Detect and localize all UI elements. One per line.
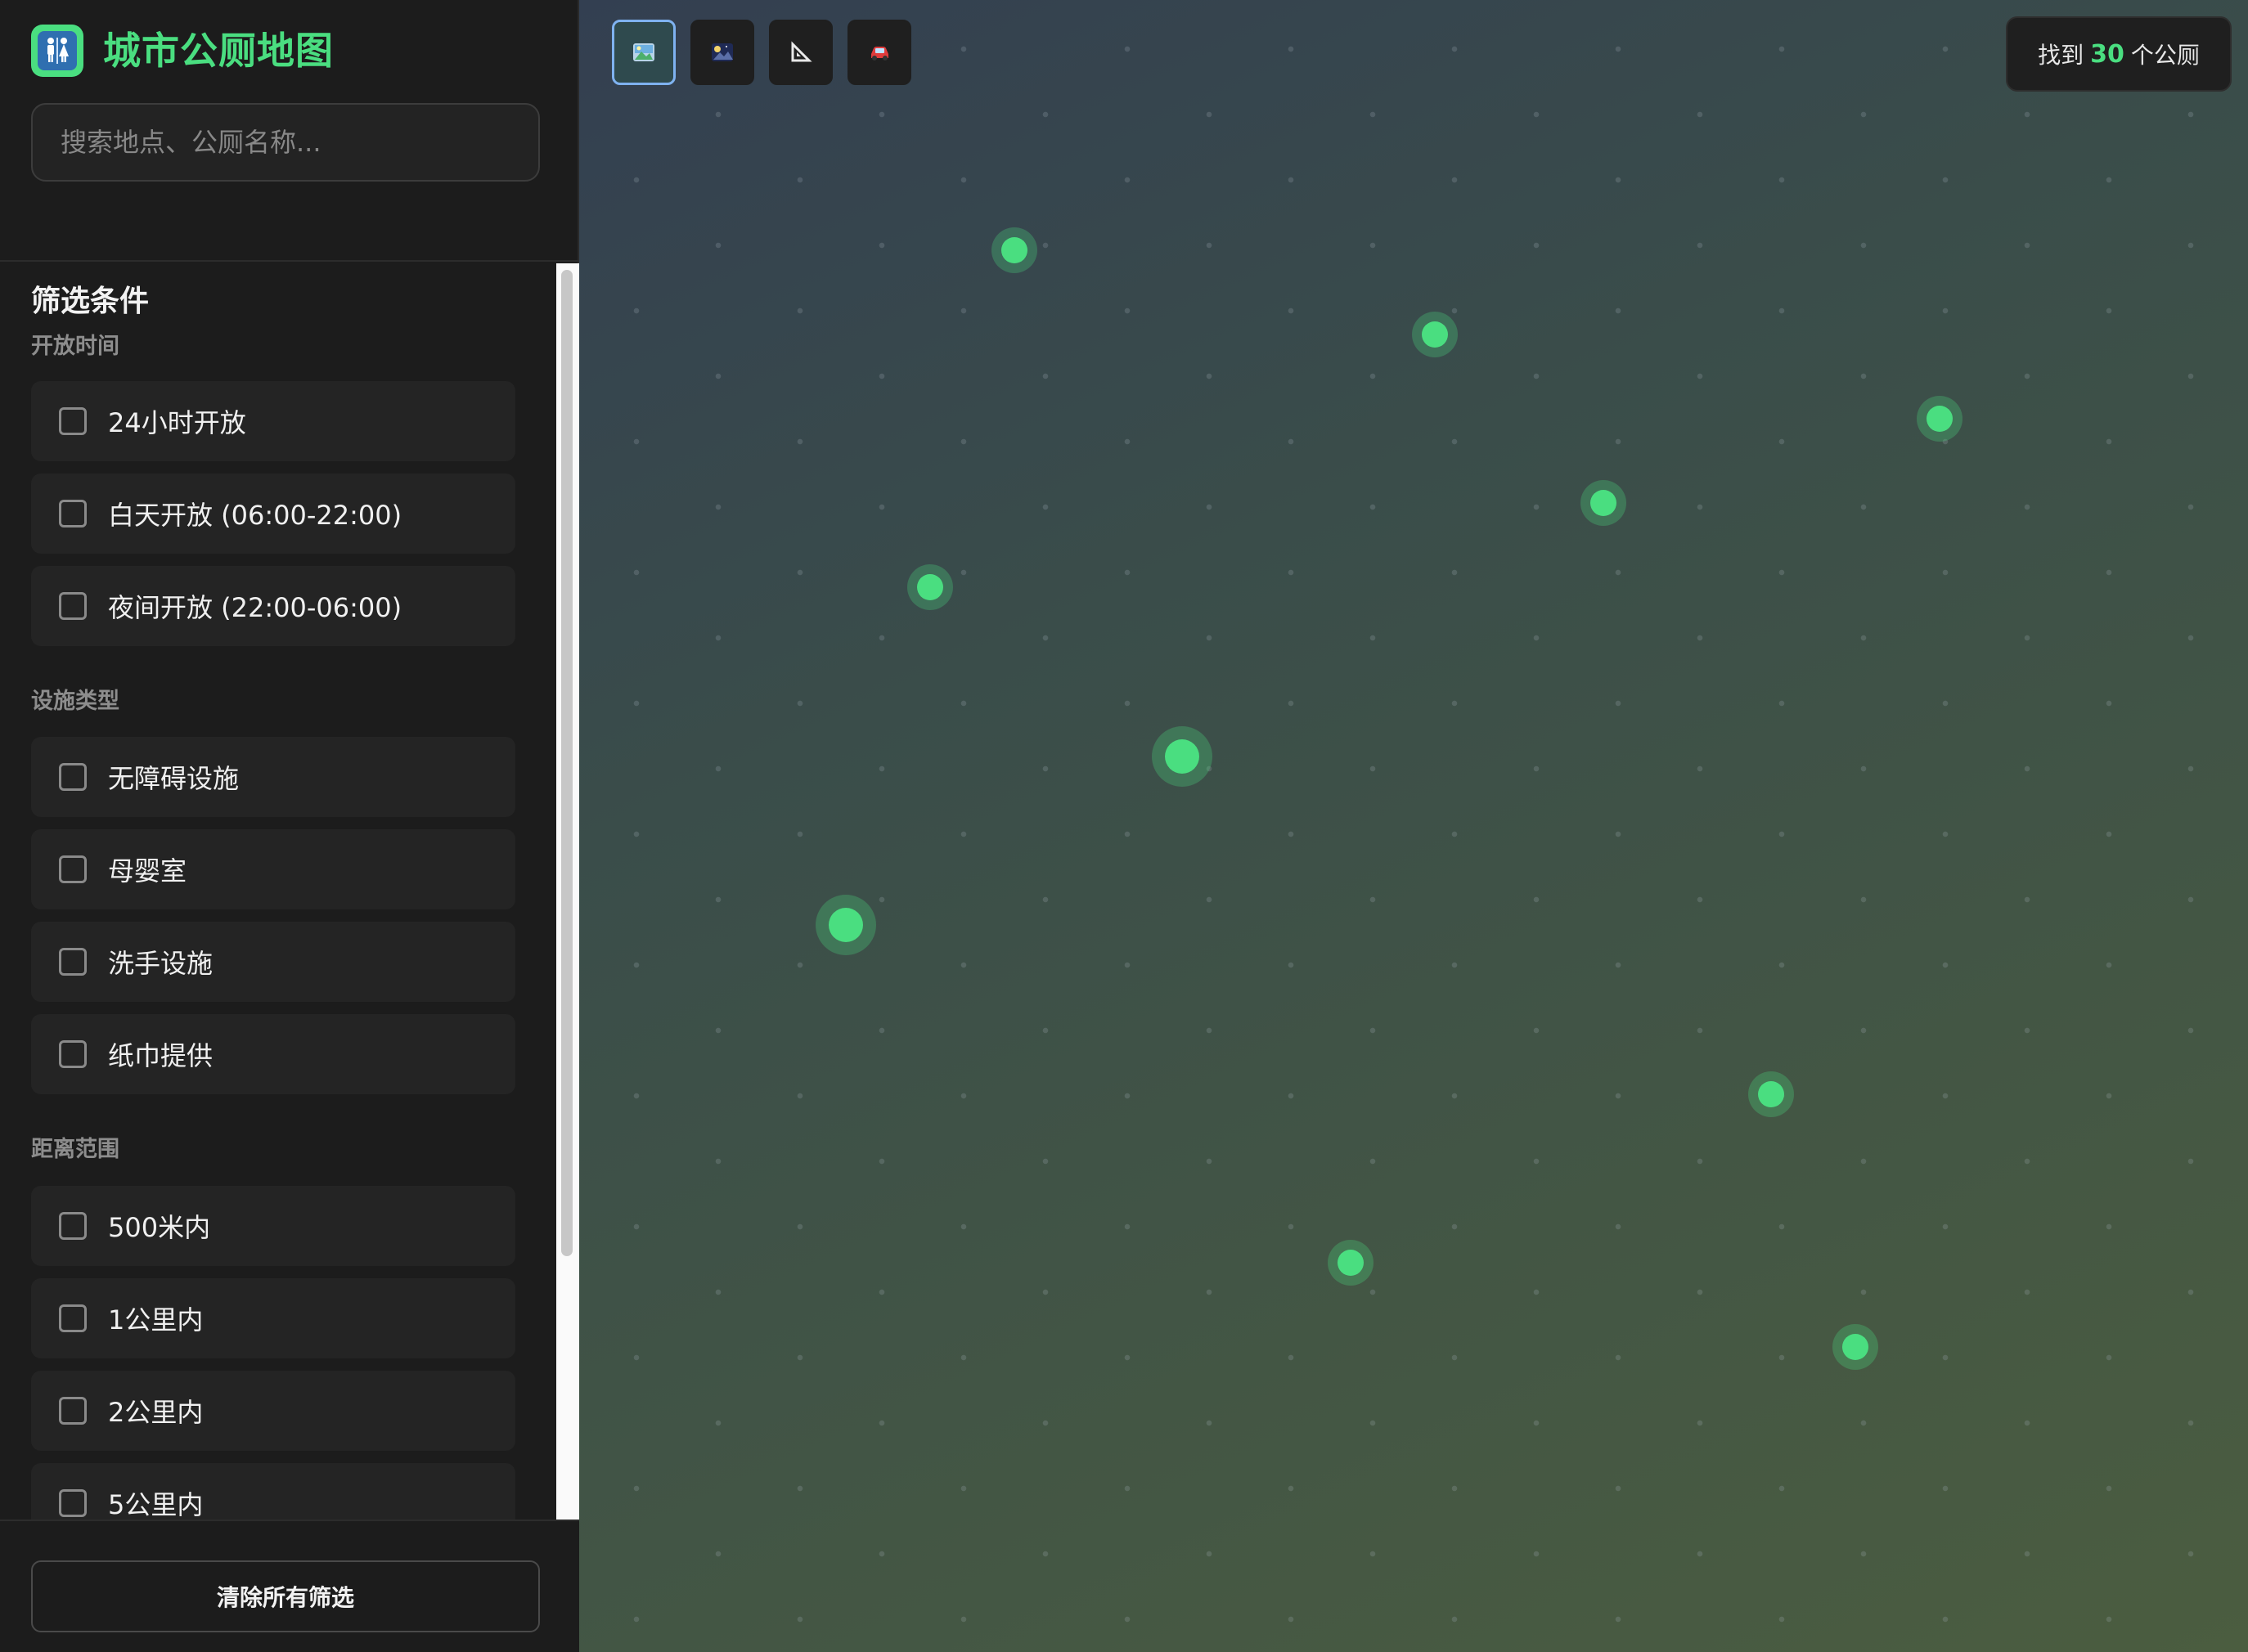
checkbox[interactable]	[59, 1304, 87, 1332]
checkbox[interactable]	[59, 763, 87, 791]
filter-option-2km[interactable]: 2公里内	[31, 1371, 515, 1451]
app-root: 城市公厕地图 筛选条件 开放时间 24小时开放 白天开放 (06:00-22:0…	[0, 0, 2248, 1652]
filter-option-handwash[interactable]: 洗手设施	[31, 922, 515, 1002]
group-label-open-hours: 开放时间	[31, 334, 119, 359]
filter-option-label: 24小时开放	[108, 407, 246, 438]
filter-option-label: 洗手设施	[108, 948, 214, 979]
toilet-marker[interactable]	[816, 895, 876, 955]
measure-icon	[791, 41, 812, 62]
clear-filters-button[interactable]: 清除所有筛选	[31, 1560, 540, 1632]
map-area[interactable]: 找到 30 个公厕	[579, 0, 2248, 1652]
checkbox[interactable]	[59, 407, 87, 435]
filter-option-accessible[interactable]: 无障碍设施	[31, 737, 515, 817]
result-prefix: 找到	[2038, 42, 2084, 69]
toilet-marker[interactable]	[991, 227, 1037, 273]
checkbox[interactable]	[59, 1212, 87, 1240]
filter-option-500m[interactable]: 500米内	[31, 1186, 515, 1266]
checkbox[interactable]	[59, 1397, 87, 1425]
filter-option-label: 白天开放 (06:00-22:00)	[108, 500, 402, 531]
filter-title: 筛选条件	[31, 285, 150, 318]
filter-option-5km[interactable]: 5公里内	[31, 1463, 515, 1520]
filter-option-24h[interactable]: 24小时开放	[31, 381, 515, 461]
filter-option-label: 1公里内	[108, 1304, 204, 1336]
filter-panel: 筛选条件 开放时间 24小时开放 白天开放 (06:00-22:00) 夜间开放…	[0, 263, 556, 1520]
car-icon	[871, 47, 888, 61]
map-toolbar	[612, 20, 911, 85]
checkbox[interactable]	[59, 1040, 87, 1068]
checkbox[interactable]	[59, 948, 87, 976]
filter-option-baby-room[interactable]: 母婴室	[31, 829, 515, 909]
toilet-marker[interactable]	[1580, 480, 1626, 526]
measure-button[interactable]	[769, 20, 833, 85]
result-count-number: 30	[2090, 39, 2124, 69]
filter-option-label: 500米内	[108, 1212, 211, 1243]
checkbox[interactable]	[59, 1489, 87, 1517]
filter-option-tissue[interactable]: 纸巾提供	[31, 1014, 515, 1094]
sidebar-footer: 清除所有筛选	[0, 1520, 579, 1652]
car-button[interactable]	[847, 20, 911, 85]
filter-option-label: 5公里内	[108, 1489, 204, 1520]
toilet-marker[interactable]	[1328, 1240, 1374, 1286]
group-label-distance: 距离范围	[31, 1137, 119, 1162]
filter-option-1km[interactable]: 1公里内	[31, 1278, 515, 1358]
filter-option-label: 2公里内	[108, 1397, 204, 1428]
filter-option-night[interactable]: 夜间开放 (22:00-06:00)	[31, 566, 515, 646]
scrollbar-thumb[interactable]	[561, 270, 573, 1256]
toilet-marker[interactable]	[1917, 396, 1963, 442]
result-suffix: 个公厕	[2130, 42, 2200, 69]
checkbox[interactable]	[59, 855, 87, 883]
app-title: 城市公厕地图	[103, 29, 334, 73]
filter-option-label: 母婴室	[108, 855, 187, 887]
checkbox[interactable]	[59, 592, 87, 620]
night-view-button[interactable]	[690, 20, 754, 85]
filter-option-label: 夜间开放 (22:00-06:00)	[108, 592, 402, 623]
filter-option-daytime[interactable]: 白天开放 (06:00-22:00)	[31, 474, 515, 554]
toilet-marker[interactable]	[907, 564, 953, 610]
map-grid	[579, 0, 2248, 1652]
checkbox[interactable]	[59, 500, 87, 527]
group-label-facility: 设施类型	[31, 689, 119, 714]
sidebar-header: 城市公厕地图	[0, 0, 579, 262]
map-view-button[interactable]	[612, 20, 676, 85]
toilet-marker[interactable]	[1832, 1324, 1878, 1370]
toilet-marker[interactable]	[1152, 726, 1212, 787]
restroom-logo-icon	[31, 25, 83, 77]
search-input[interactable]	[31, 103, 540, 182]
toilet-marker[interactable]	[1412, 312, 1458, 357]
night-view-icon	[712, 43, 733, 61]
sidebar: 城市公厕地图 筛选条件 开放时间 24小时开放 白天开放 (06:00-22:0…	[0, 0, 579, 1652]
filter-option-label: 纸巾提供	[108, 1040, 214, 1071]
result-count-badge: 找到 30 个公厕	[2006, 16, 2232, 92]
filter-option-label: 无障碍设施	[108, 763, 240, 794]
map-view-icon	[633, 43, 654, 61]
toilet-marker[interactable]	[1748, 1071, 1794, 1117]
